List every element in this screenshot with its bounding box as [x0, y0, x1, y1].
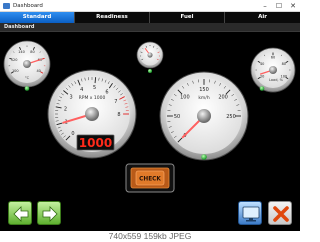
- minimize-button[interactable]: –: [258, 0, 272, 12]
- rpm-tick-label: 4: [80, 87, 83, 93]
- arrow-left-icon: [13, 206, 29, 222]
- small-gauge-led: [148, 69, 152, 73]
- close-x-icon: [273, 206, 289, 222]
- load-tick-label: 80: [282, 62, 286, 66]
- coolant-tick-label: 140: [18, 50, 25, 54]
- rpm-tick-label: 6: [105, 89, 108, 95]
- rpm-tick-label: 3: [70, 95, 73, 101]
- speed-status-led: [201, 154, 207, 160]
- window-title: Dashboard: [13, 3, 43, 9]
- coolant-unit-label: °C: [25, 76, 30, 80]
- rpm-tick-label: 7: [114, 99, 117, 105]
- coolant-hub: [23, 60, 31, 68]
- tab-air[interactable]: Air: [225, 12, 300, 23]
- back-button[interactable]: [8, 201, 32, 225]
- gauge-panel: 100120140806040 °C 20406080100 Load, %: [3, 40, 296, 193]
- check-engine-indicator: CHECK: [125, 163, 175, 193]
- app-window: Dashboard – ☐ ✕ Standard Readiness Fuel …: [0, 0, 300, 231]
- exit-button[interactable]: [268, 201, 292, 225]
- speed-tick-label: 150: [199, 87, 209, 93]
- small-center-gauge: [136, 41, 164, 73]
- load-gauge: 20406080100 Load, %: [250, 47, 296, 93]
- rpm-tick-label: 2: [64, 106, 67, 112]
- tab-fuel[interactable]: Fuel: [150, 12, 225, 23]
- speed-tick-label: 200: [218, 95, 228, 101]
- rpm-tick-label: 5: [93, 85, 96, 91]
- tab-bar: Standard Readiness Fuel Air: [0, 12, 300, 23]
- speed-tick-label: 50: [174, 114, 180, 120]
- rpm-tick-label: 8: [117, 112, 120, 118]
- load-status-led: [259, 86, 265, 91]
- coolant-tick-label: 40: [36, 69, 40, 73]
- load-tick-label: 40: [260, 62, 264, 66]
- image-caption: 740x559 159kb JPEG: [0, 231, 300, 242]
- load-tick-label: 60: [271, 56, 275, 60]
- section-title: Dashboard: [4, 24, 35, 30]
- rpm-digital-value: 1000: [79, 136, 112, 150]
- check-engine-label: CHECK: [139, 177, 161, 183]
- monitor-button[interactable]: [238, 201, 262, 225]
- rpm-unit-label: RPM x 1000: [79, 95, 106, 101]
- coolant-tick-label: 80: [30, 50, 34, 54]
- tab-standard[interactable]: Standard: [0, 12, 75, 23]
- rpm-gauge: 012345678 RPM x 1000 1000: [47, 69, 137, 159]
- load-tick-label: 20: [260, 74, 264, 78]
- close-window-button[interactable]: ✕: [286, 0, 300, 12]
- forward-button[interactable]: [37, 201, 61, 225]
- monitor-icon: [242, 206, 260, 222]
- speed-tick-label: 250: [226, 114, 236, 120]
- coolant-status-led: [24, 86, 30, 91]
- arrow-right-icon: [42, 206, 58, 222]
- rpm-tick-label: 0: [71, 131, 74, 137]
- rpm-major-tick: [94, 77, 97, 84]
- speed-tick-label: 100: [180, 95, 190, 101]
- coolant-gauge: 100120140806040 °C: [3, 40, 51, 91]
- coolant-tick-label: 100: [12, 69, 19, 73]
- speed-unit-label: km/h: [198, 95, 210, 101]
- coolant-tick-label: 120: [11, 58, 18, 62]
- app-icon: [3, 3, 10, 9]
- title-bar: Dashboard – ☐ ✕: [0, 0, 300, 12]
- speed-gauge: 050100150200250 km/h: [159, 71, 249, 161]
- tab-readiness[interactable]: Readiness: [75, 12, 150, 23]
- section-header: Dashboard: [0, 23, 300, 32]
- load-unit-label: Load, %: [269, 78, 284, 82]
- bottom-toolbar: [0, 194, 300, 231]
- maximize-button[interactable]: ☐: [272, 0, 286, 12]
